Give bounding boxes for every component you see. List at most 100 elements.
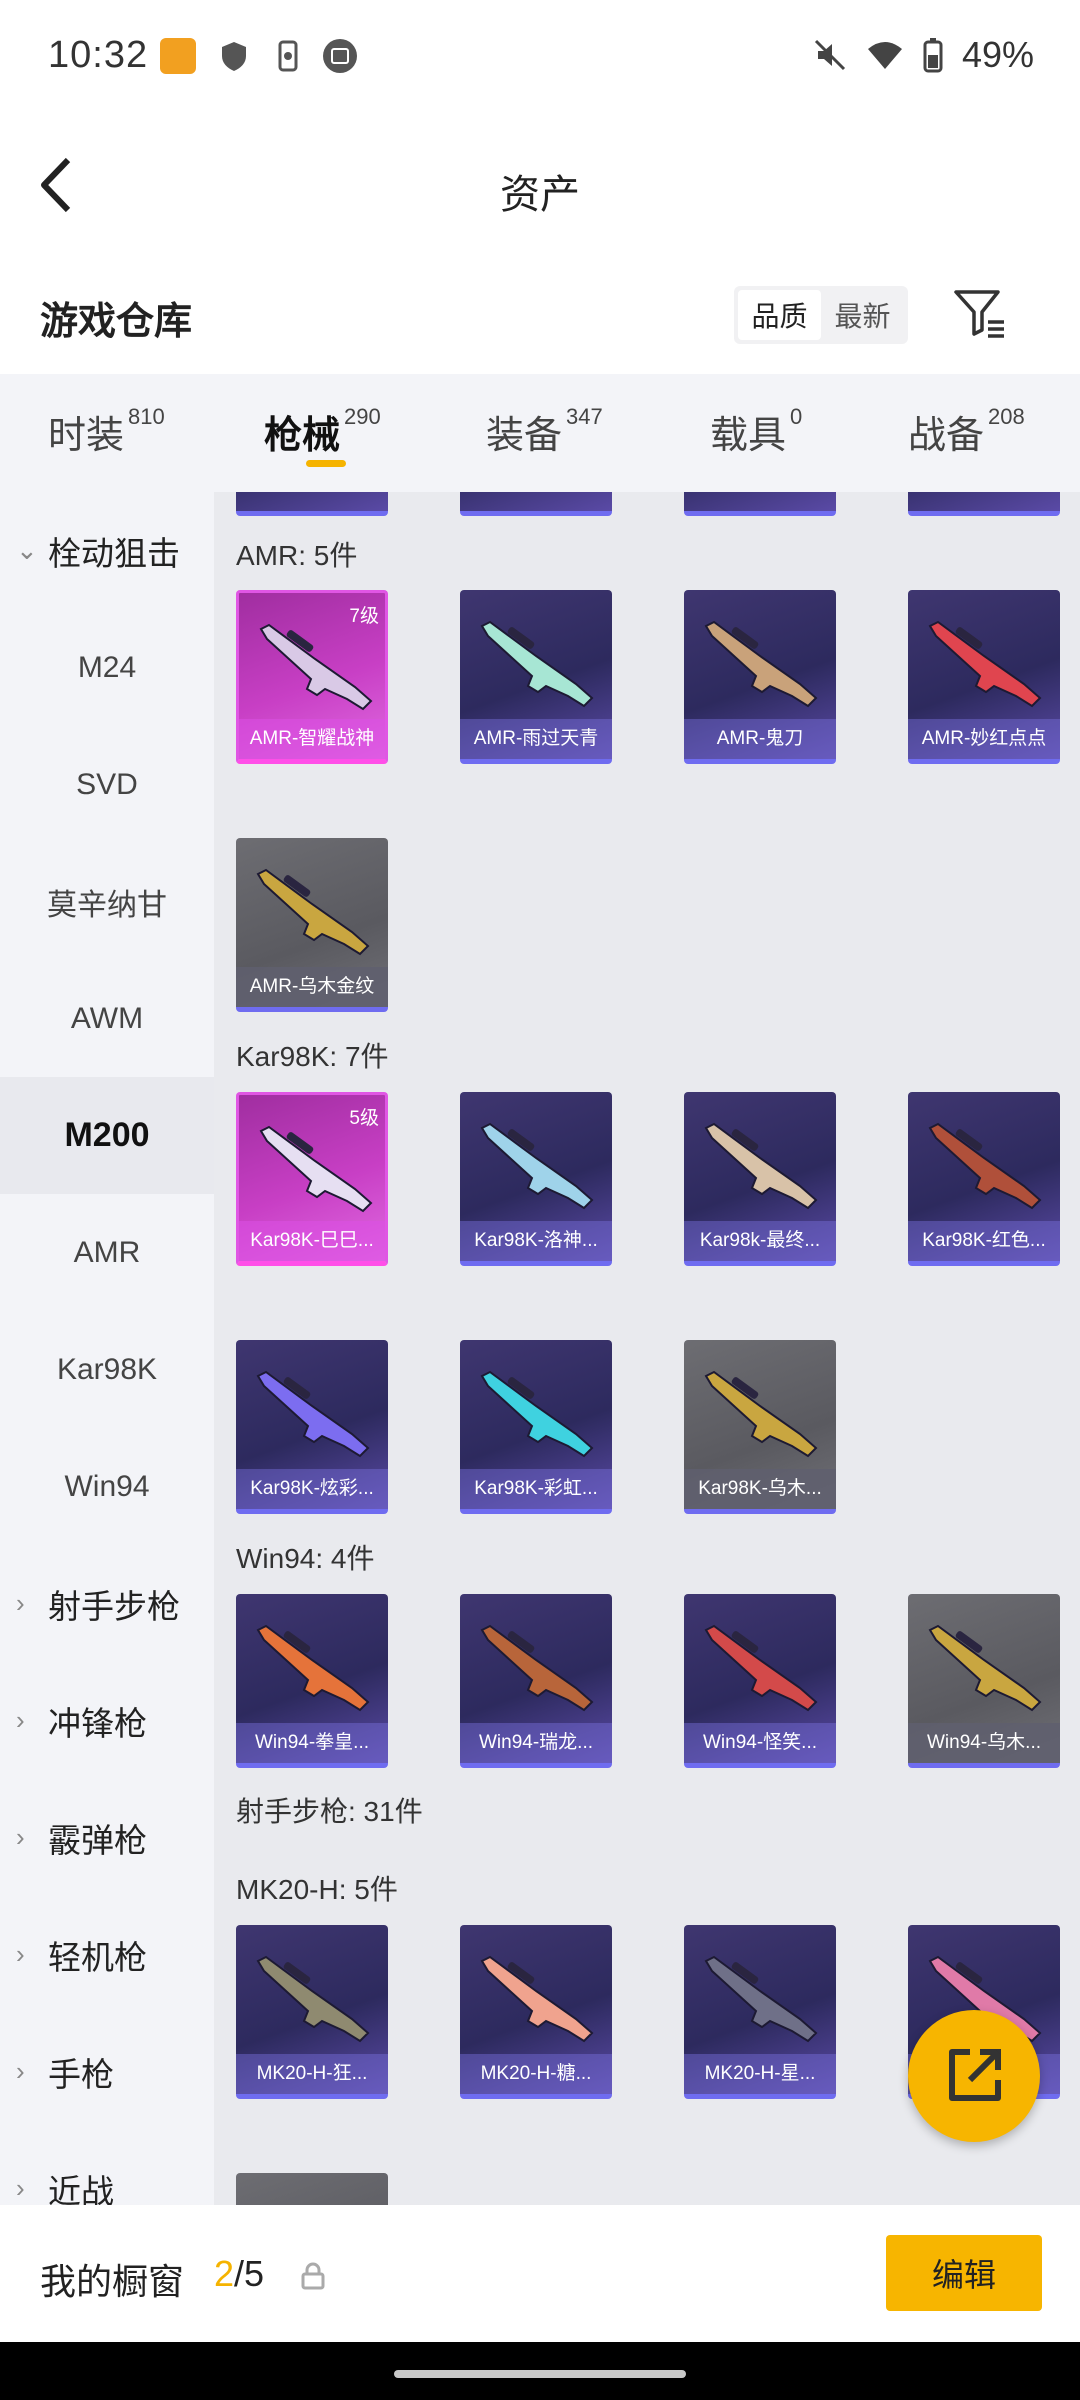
tab-fashion[interactable]: 时装 810 xyxy=(48,404,165,459)
item-name: AMR-智耀战神 xyxy=(239,719,385,759)
weapon-skin-image xyxy=(256,1955,370,2043)
sidebar-item-svd[interactable]: SVD xyxy=(0,726,214,843)
item-card[interactable]: Kar98k-最终... xyxy=(684,1092,836,1266)
sidebar-item-awm[interactable]: AWM xyxy=(0,960,214,1077)
item-card[interactable]: 5级 Kar98K-巳巳... xyxy=(236,1092,388,1266)
page-title: 资产 xyxy=(500,173,580,217)
status-right: 49% xyxy=(812,34,1034,76)
weapon-skin-image xyxy=(259,1125,373,1213)
sidebar-item-label: 霰弹枪 xyxy=(48,1821,147,1859)
sidebar-item-kar98k[interactable]: Kar98K xyxy=(0,1311,214,1428)
showcase-separator: / xyxy=(234,2253,245,2294)
home-gesture-bar[interactable] xyxy=(394,2370,686,2378)
tab-label: 战备 xyxy=(908,415,985,457)
battery-icon xyxy=(923,38,943,73)
tab-label: 时装 xyxy=(48,415,125,457)
edit-button[interactable]: 编辑 xyxy=(886,2235,1042,2311)
item-card[interactable]: 7级 AMR-智耀战神 xyxy=(236,590,388,764)
chevron-right-icon: › xyxy=(16,1939,25,1969)
item-card[interactable]: Win94-瑞龙... xyxy=(460,1594,612,1768)
share-icon xyxy=(949,2049,1001,2101)
item-card[interactable]: AMR-鬼刀 xyxy=(684,590,836,764)
battery-level: 49% xyxy=(961,34,1034,75)
share-fab-button[interactable] xyxy=(908,2010,1040,2142)
item-card[interactable]: Win94-怪笑... xyxy=(684,1594,836,1768)
tab-vehicles[interactable]: 载具 0 xyxy=(710,404,802,459)
weapon-skin-image xyxy=(480,1955,594,2043)
sidebar-item-mosin[interactable]: 莫辛纳甘 xyxy=(0,843,214,960)
item-card[interactable]: AMR-雨过天青 xyxy=(460,590,612,764)
mute-icon xyxy=(814,39,845,71)
item-name: Kar98K-洛神... xyxy=(460,1221,612,1261)
sidebar-item-m200[interactable]: M200 xyxy=(0,1077,214,1194)
filter-icon[interactable] xyxy=(950,284,1010,344)
sidebar-item-label: 栓动狙击 xyxy=(48,534,180,572)
sort-latest-button[interactable]: 最新 xyxy=(821,290,904,340)
item-name: Win94-乌木... xyxy=(908,1723,1060,1763)
chevron-right-icon: › xyxy=(16,2056,25,2086)
sidebar-item-amr[interactable]: AMR xyxy=(0,1194,214,1311)
tab-equipment[interactable]: 装备 347 xyxy=(486,404,603,459)
warehouse-header: 游戏仓库 品质 最新 xyxy=(0,260,1080,374)
partial-item-card[interactable] xyxy=(908,492,1060,516)
sidebar-item-win94[interactable]: Win94 xyxy=(0,1428,214,1545)
item-card[interactable]: AMR-乌木金纹 xyxy=(236,838,388,1012)
sidebar-group-marksman[interactable]: › 射手步枪 xyxy=(0,1545,214,1662)
item-name: MK20-H-糖... xyxy=(460,2054,612,2094)
sidebar-group-pistol[interactable]: › 手枪 xyxy=(0,2013,214,2130)
tab-label: 装备 xyxy=(486,415,563,457)
sidebar-group-bolt-action[interactable]: ⌄ 栓动狙击 xyxy=(0,492,214,609)
weapon-skin-image xyxy=(928,1624,1042,1712)
partial-item-card[interactable] xyxy=(236,492,388,516)
item-card[interactable]: MK20-H-狂... xyxy=(236,1925,388,2099)
weapon-skin-image xyxy=(928,620,1042,708)
item-name: MK20-H-狂... xyxy=(236,2054,388,2094)
section-header: AMR: 5件 xyxy=(236,540,358,571)
partial-item-card[interactable] xyxy=(236,2173,388,2205)
item-card[interactable]: Kar98K-炫彩... xyxy=(236,1340,388,1514)
sidebar-group-smg[interactable]: › 冲锋枪 xyxy=(0,1662,214,1779)
item-card[interactable]: Kar98K-红色... xyxy=(908,1092,1060,1266)
item-card[interactable]: Kar98K-洛神... xyxy=(460,1092,612,1266)
chevron-right-icon: › xyxy=(16,1822,25,1852)
item-name: Kar98K-乌木... xyxy=(684,1469,836,1509)
tab-count: 810 xyxy=(128,404,165,430)
sidebar-item-label: 轻机枪 xyxy=(48,1938,147,1976)
item-name: Kar98K-炫彩... xyxy=(236,1469,388,1509)
partial-item-card[interactable] xyxy=(684,492,836,516)
lock-icon xyxy=(301,2262,325,2290)
weapon-skin-image xyxy=(480,1122,594,1210)
item-name: AMR-乌木金纹 xyxy=(236,967,388,1007)
sidebar-group-melee[interactable]: › 近战 xyxy=(0,2130,214,2206)
sort-toggle: 品质 最新 xyxy=(734,286,908,344)
sort-quality-button[interactable]: 品质 xyxy=(738,290,821,340)
weapon-skin-image xyxy=(704,1370,818,1458)
item-card[interactable]: MK20-H-星... xyxy=(684,1925,836,2099)
item-card[interactable]: MK20-H-糖... xyxy=(460,1925,612,2099)
sidebar-group-shotgun[interactable]: › 霰弹枪 xyxy=(0,1779,214,1896)
item-card[interactable]: Kar98K-彩虹... xyxy=(460,1340,612,1514)
item-card[interactable]: Kar98K-乌木... xyxy=(684,1340,836,1514)
showcase-current: 2 xyxy=(214,2253,235,2294)
partial-item-card[interactable] xyxy=(460,492,612,516)
weapon-skin-image xyxy=(480,620,594,708)
weapon-skin-image xyxy=(256,1370,370,1458)
item-card[interactable]: Win94-拳皇... xyxy=(236,1594,388,1768)
tab-supplies[interactable]: 战备 208 xyxy=(908,404,1025,459)
item-card[interactable]: AMR-妙红点点 xyxy=(908,590,1060,764)
chevron-right-icon: › xyxy=(16,2173,25,2203)
item-name: Kar98K-巳巳... xyxy=(239,1221,385,1261)
weapon-skin-image xyxy=(704,1122,818,1210)
sidebar-item-label: 射手步枪 xyxy=(48,1587,180,1625)
sidebar-group-lmg[interactable]: › 轻机枪 xyxy=(0,1896,214,2013)
item-level-badge: 7级 xyxy=(349,606,379,627)
item-card[interactable]: Win94-乌木... xyxy=(908,1594,1060,1768)
section-header: 射手步枪: 31件 xyxy=(236,1796,423,1827)
shield-icon xyxy=(222,42,246,71)
weapon-skin-image xyxy=(256,1624,370,1712)
app-notification-icon xyxy=(160,38,196,74)
weapon-skin-image xyxy=(480,1624,594,1712)
sidebar-item-m24[interactable]: M24 xyxy=(0,609,214,726)
tab-firearms[interactable]: 枪械 290 xyxy=(264,404,381,459)
wifi-icon xyxy=(867,42,902,69)
